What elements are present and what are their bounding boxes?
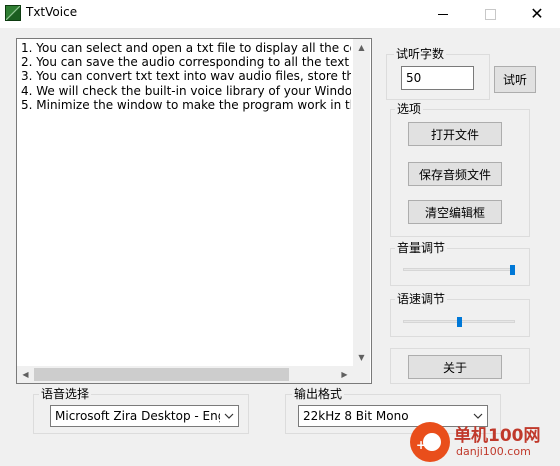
scroll-up-icon[interactable]: ▲ (353, 39, 370, 56)
voice-label: 语音选择 (39, 387, 92, 401)
volume-slider-track[interactable] (403, 268, 515, 271)
watermark-url: danji100.com (456, 445, 531, 458)
text-editor[interactable]: 1. You can select and open a txt file to… (16, 38, 372, 384)
chevron-down-icon[interactable] (220, 406, 238, 426)
voice-select[interactable]: Microsoft Zira Desktop - Englis (50, 405, 239, 427)
minimize-icon (438, 13, 448, 15)
editor-line: 3. You can convert txt text into wav aud… (21, 69, 351, 84)
options-label: 选项 (395, 102, 424, 116)
volume-slider-thumb[interactable] (510, 265, 515, 275)
title-bar: TxtVoice ✕ (0, 0, 560, 28)
trial-count-input[interactable]: 50 (401, 66, 474, 90)
watermark-name: 单机100网 (454, 426, 541, 446)
horizontal-scroll-thumb[interactable] (34, 368, 289, 381)
scroll-left-icon[interactable]: ◀ (17, 366, 34, 383)
scroll-right-icon[interactable]: ▶ (336, 366, 353, 383)
editor-line: 2. You can save the audio corresponding … (21, 55, 351, 70)
app-icon (5, 5, 21, 21)
close-icon: ✕ (530, 4, 544, 23)
minimize-button[interactable] (420, 0, 466, 28)
save-audio-button[interactable]: 保存音频文件 (408, 162, 502, 186)
editor-line: 1. You can select and open a txt file to… (21, 41, 351, 55)
maximize-button (467, 0, 513, 28)
format-label: 输出格式 (292, 387, 345, 401)
trial-listen-button[interactable]: 试听 (494, 66, 536, 93)
format-select-value: 22kHz 8 Bit Mono (303, 409, 409, 423)
horizontal-scrollbar[interactable]: ◀ ▶ (17, 366, 353, 383)
watermark-logo-icon: + (410, 422, 450, 462)
maximize-icon (484, 8, 496, 20)
editor-line: 4. We will check the built-in voice libr… (21, 83, 351, 98)
window-title: TxtVoice (26, 5, 78, 19)
editor-content[interactable]: 1. You can select and open a txt file to… (21, 41, 351, 351)
close-button[interactable]: ✕ (514, 0, 560, 28)
speed-slider-thumb[interactable] (456, 317, 462, 327)
speed-label: 语速调节 (395, 292, 448, 306)
voice-select-value: Microsoft Zira Desktop - Englis (55, 409, 239, 423)
vertical-scrollbar[interactable]: ▲ ▼ (353, 39, 370, 366)
about-button[interactable]: 关于 (408, 355, 502, 379)
volume-label: 音量调节 (395, 241, 448, 255)
clear-editor-button[interactable]: 清空编辑框 (408, 200, 502, 224)
watermark: + 单机100网 danji100.com (410, 420, 560, 466)
open-file-button[interactable]: 打开文件 (408, 122, 502, 146)
editor-line: 5. Minimize the window to make the progr… (21, 97, 351, 112)
scroll-down-icon[interactable]: ▼ (353, 349, 370, 366)
scrollbar-corner (353, 366, 370, 383)
trial-label: 试听字数 (394, 47, 447, 61)
